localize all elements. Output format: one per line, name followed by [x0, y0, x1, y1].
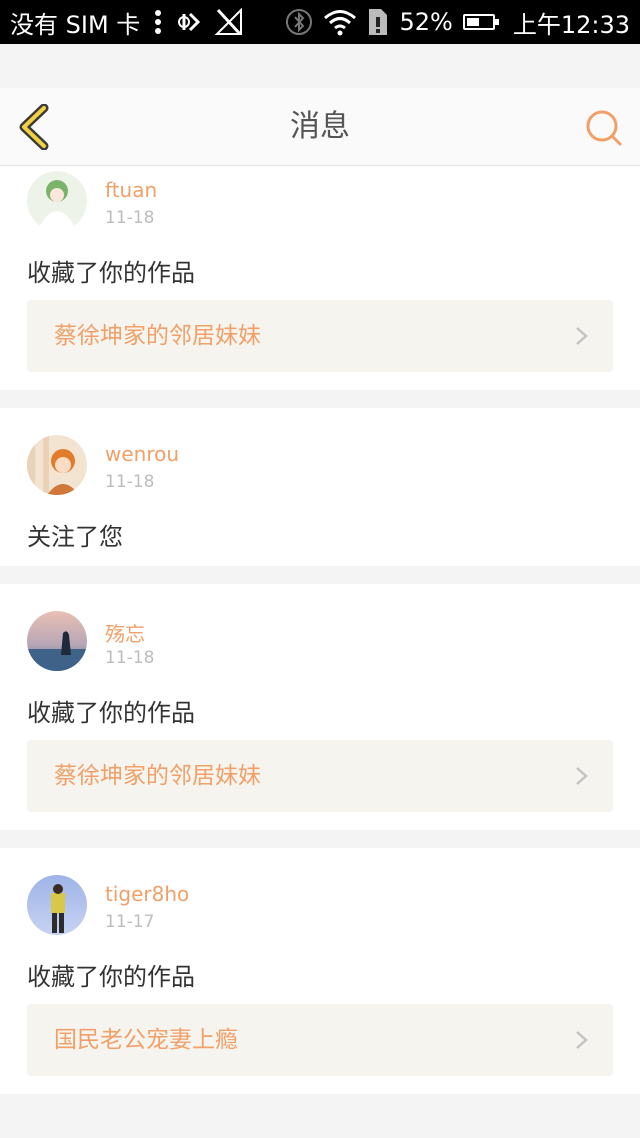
carrier-label: 没有 SIM 卡	[10, 10, 141, 39]
data-sync-icon	[176, 7, 201, 37]
message-date: 11-18	[105, 472, 155, 492]
work-title: 蔡徐坤家的邻居妹妹	[54, 763, 261, 789]
separator	[0, 1094, 640, 1112]
message-text: 收藏了你的作品	[27, 963, 195, 991]
page-title: 消息	[290, 109, 350, 144]
search-button[interactable]	[584, 108, 624, 148]
chevron-right-icon	[576, 767, 588, 785]
message-date: 11-18	[105, 648, 155, 668]
message-list: ftuan 11-18 收藏了你的作品 蔡徐坤家的邻居妹妹 wenrou 11-…	[0, 166, 640, 1112]
message-date: 11-17	[105, 912, 155, 932]
spacer	[0, 44, 640, 88]
message-item[interactable]: ftuan 11-18 收藏了你的作品 蔡徐坤家的邻居妹妹	[0, 166, 640, 390]
avatar[interactable]	[27, 435, 87, 495]
work-title: 蔡徐坤家的邻居妹妹	[54, 323, 261, 349]
message-date: 11-18	[105, 208, 155, 228]
separator	[0, 566, 640, 584]
work-link[interactable]: 蔡徐坤家的邻居妹妹	[27, 300, 613, 372]
status-bar: 没有 SIM 卡 52% 上午12:33	[0, 0, 640, 44]
no-sim-icon	[367, 7, 389, 37]
signal-off-icon	[214, 7, 244, 37]
more-vert-icon	[154, 7, 162, 37]
search-icon	[586, 110, 622, 146]
chevron-right-icon	[576, 327, 588, 345]
message-text: 收藏了你的作品	[27, 699, 195, 727]
chevron-right-icon	[576, 1031, 588, 1049]
message-item[interactable]: tiger8ho 11-17 收藏了你的作品 国民老公宠妻上瘾	[0, 848, 640, 1094]
username[interactable]: wenrou	[105, 442, 179, 466]
username[interactable]: ftuan	[105, 178, 157, 202]
separator	[0, 830, 640, 848]
message-text: 关注了您	[27, 523, 123, 551]
avatar[interactable]	[27, 611, 87, 671]
work-link[interactable]: 国民老公宠妻上瘾	[27, 1004, 613, 1076]
top-bar: 消息	[0, 88, 640, 166]
battery-icon	[462, 14, 499, 30]
separator	[0, 390, 640, 408]
work-link[interactable]: 蔡徐坤家的邻居妹妹	[27, 740, 613, 812]
message-item[interactable]: 殇忘 11-18 收藏了你的作品 蔡徐坤家的邻居妹妹	[0, 584, 640, 830]
avatar[interactable]	[27, 171, 87, 231]
username[interactable]: 殇忘	[105, 618, 145, 647]
work-title: 国民老公宠妻上瘾	[54, 1027, 238, 1053]
message-item[interactable]: wenrou 11-18 关注了您	[0, 408, 640, 566]
bluetooth-icon	[285, 7, 313, 37]
clock: 上午12:33	[512, 10, 630, 39]
wifi-icon	[323, 7, 357, 37]
username[interactable]: tiger8ho	[105, 882, 189, 906]
message-text: 收藏了你的作品	[27, 259, 195, 287]
battery-percent: 52%	[399, 8, 453, 36]
avatar[interactable]	[27, 875, 87, 935]
